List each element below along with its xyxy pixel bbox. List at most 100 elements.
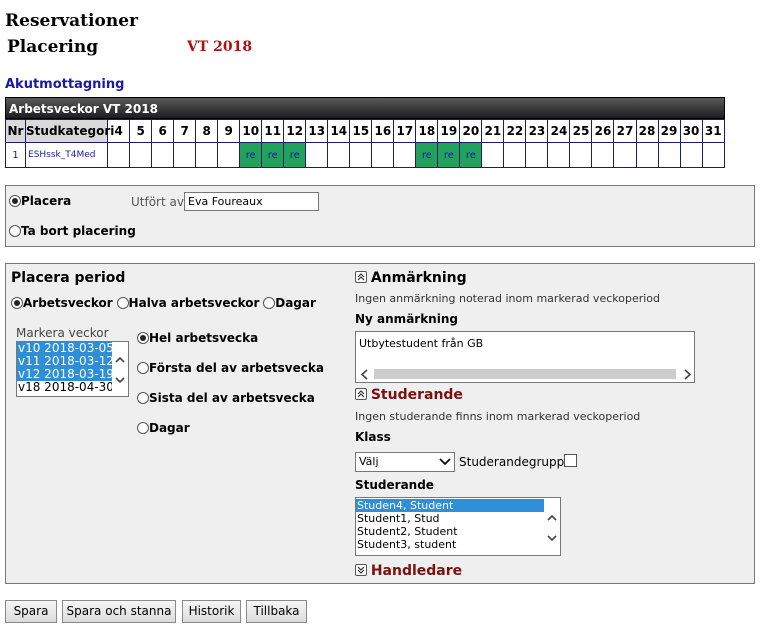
- unit-link[interactable]: Akutmottagning: [5, 77, 124, 92]
- week-header: 17: [393, 119, 417, 143]
- mode-half-weeks-radio[interactable]: [116, 297, 129, 309]
- new-remark-label: Ny anmärkning: [355, 312, 458, 326]
- week-cell[interactable]: [129, 142, 153, 168]
- scroll-left-icon[interactable]: [360, 369, 370, 380]
- scroll-down-icon[interactable]: [546, 532, 558, 544]
- mode-weeks-radio[interactable]: [11, 297, 23, 309]
- mode-options: Arbetsveckor Halva arbetsveckor Dagar: [11, 296, 316, 310]
- week-cell-reserved[interactable]: re: [239, 142, 263, 168]
- week-header: 18: [415, 119, 439, 143]
- save-and-stay-button[interactable]: Spara och stanna: [62, 600, 176, 623]
- students-label: Studerande: [355, 478, 434, 492]
- week-part-first[interactable]: Första del av arbetsvecka: [137, 361, 324, 375]
- week-header: 31: [701, 119, 726, 143]
- week-cell[interactable]: [195, 142, 219, 168]
- week-header: 20: [459, 119, 483, 143]
- week-part-days[interactable]: Dagar: [137, 421, 190, 435]
- scroll-up-icon[interactable]: [114, 354, 126, 366]
- history-button[interactable]: Historik: [182, 600, 241, 623]
- week-cell[interactable]: [701, 142, 726, 168]
- week-cell-reserved[interactable]: re: [283, 142, 307, 168]
- weeks-listbox[interactable]: v10 2018-03-05 v11 2018-03-12 v12 2018-03-…: [16, 341, 129, 397]
- week-cell[interactable]: [591, 142, 615, 168]
- week-header: 25: [569, 119, 593, 143]
- week-cell[interactable]: [327, 142, 351, 168]
- week-cell-reserved[interactable]: re: [261, 142, 285, 168]
- col-header-category: Studkategori: [25, 119, 114, 143]
- week-cell[interactable]: [349, 142, 373, 168]
- remark-hscrollbar[interactable]: [356, 367, 694, 382]
- mode-days-radio[interactable]: [263, 297, 276, 309]
- week-header: 27: [613, 119, 637, 143]
- students-list-scrollbar[interactable]: [544, 498, 560, 555]
- week-part-last-radio[interactable]: [137, 392, 149, 404]
- week-part-last[interactable]: Sista del av arbetsvecka: [137, 391, 315, 405]
- week-cell[interactable]: [151, 142, 175, 168]
- place-radio[interactable]: [9, 195, 21, 207]
- collapse-icon[interactable]: [355, 271, 367, 283]
- class-select[interactable]: Välj: [355, 452, 455, 472]
- students-header[interactable]: Studerande: [355, 387, 463, 403]
- performed-by-field[interactable]: Eva Foureaux: [184, 192, 319, 211]
- week-cell[interactable]: [525, 142, 549, 168]
- week-cell[interactable]: [371, 142, 395, 168]
- remove-option[interactable]: Ta bort placering: [9, 224, 136, 238]
- week-cell[interactable]: [481, 142, 505, 168]
- remark-scroll-thumb[interactable]: [374, 369, 676, 379]
- new-remark-textarea[interactable]: Utbytestudent från GB: [355, 331, 695, 383]
- students-info: Ingen studerande finns inom markerad vec…: [355, 410, 641, 423]
- week-part-full-label: Hel arbetsvecka: [149, 331, 259, 345]
- action-panel: Placera Utfört av Eva Foureaux Ta bort p…: [5, 185, 755, 247]
- week-cell[interactable]: [569, 142, 593, 168]
- chevron-down-icon[interactable]: [439, 458, 451, 466]
- weeks-list-scrollbar[interactable]: [112, 342, 128, 396]
- week-cell[interactable]: [657, 142, 681, 168]
- week-cell[interactable]: [679, 142, 703, 168]
- week-cell[interactable]: [217, 142, 241, 168]
- student-list-item[interactable]: Student2, Student: [356, 525, 560, 538]
- week-cell-reserved[interactable]: re: [415, 142, 439, 168]
- week-part-full[interactable]: Hel arbetsvecka: [137, 331, 258, 345]
- supervisor-header[interactable]: Handledare: [355, 563, 462, 579]
- remove-radio[interactable]: [9, 225, 21, 237]
- weeks-table: Nr Studkategori 4 5 6 7 8 9 10 11 12 13 14 15 16 17 18 19…: [4, 119, 726, 168]
- student-group-checkbox[interactable]: [564, 454, 577, 467]
- week-part-full-radio[interactable]: [137, 332, 149, 344]
- mode-option-weeks[interactable]: Arbetsveckor: [11, 296, 113, 310]
- week-cell[interactable]: [547, 142, 571, 168]
- week-part-days-radio[interactable]: [137, 422, 149, 434]
- week-cell[interactable]: [305, 142, 329, 168]
- save-button[interactable]: Spara: [5, 600, 57, 623]
- week-cell[interactable]: [173, 142, 197, 168]
- collapse-icon[interactable]: [355, 388, 367, 400]
- week-header: 16: [371, 119, 395, 143]
- remark-header[interactable]: Anmärkning: [355, 270, 467, 286]
- week-cell[interactable]: [635, 142, 659, 168]
- week-cell[interactable]: [613, 142, 637, 168]
- expand-icon[interactable]: [355, 564, 367, 576]
- week-part-first-radio[interactable]: [137, 362, 149, 374]
- scroll-right-icon[interactable]: [682, 369, 692, 380]
- student-list-item[interactable]: Student3, student: [356, 538, 560, 551]
- mode-option-days[interactable]: Dagar: [263, 296, 316, 310]
- week-part-days-label: Dagar: [149, 421, 190, 435]
- student-list-item[interactable]: Student1, Stud: [356, 512, 560, 525]
- mode-option-half-weeks[interactable]: Halva arbetsveckor: [116, 296, 259, 310]
- week-header: 26: [591, 119, 615, 143]
- back-button[interactable]: Tillbaka: [246, 600, 307, 623]
- page-title: Reservationer: [5, 11, 138, 31]
- scroll-up-icon[interactable]: [546, 512, 558, 524]
- place-option[interactable]: Placera: [9, 194, 71, 208]
- week-header: 30: [679, 119, 703, 143]
- week-cell-reserved[interactable]: re: [437, 142, 461, 168]
- week-part-last-label: Sista del av arbetsvecka: [149, 391, 315, 405]
- week-cell[interactable]: [503, 142, 527, 168]
- student-list-item[interactable]: Studen4, Student: [356, 499, 560, 512]
- row-category-link[interactable]: ESHssk_T4Med: [25, 142, 109, 168]
- week-cell-reserved[interactable]: re: [459, 142, 483, 168]
- students-listbox[interactable]: Studen4, Student Student1, Stud Student2, …: [355, 497, 561, 556]
- week-cell[interactable]: [107, 142, 131, 168]
- period-panel: Placera period Arbetsveckor Halva arbets…: [5, 263, 755, 584]
- week-cell[interactable]: [393, 142, 417, 168]
- scroll-down-icon[interactable]: [114, 374, 126, 386]
